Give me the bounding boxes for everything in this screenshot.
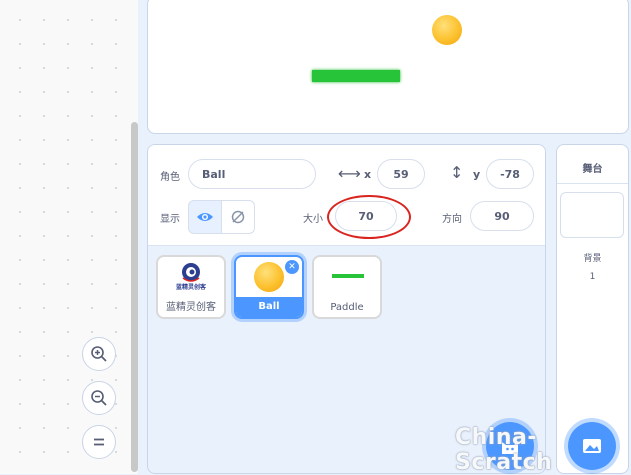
backdrop-count: 1 [589, 272, 596, 282]
zoom-out-button[interactable] [82, 381, 116, 415]
zoom-out-icon [91, 390, 107, 406]
sprite-tile-label: Ball [236, 297, 302, 317]
stage-panel-title: 舞台 [582, 164, 603, 175]
code-area-scrollbar[interactable] [131, 122, 138, 472]
zoom-in-button[interactable] [82, 337, 116, 371]
code-area[interactable] [0, 0, 138, 474]
x-input[interactable]: 59 [377, 159, 425, 189]
direction-label: 方向 [442, 214, 462, 225]
x-label: x [364, 168, 372, 181]
sprite-tile-label: Paddle [330, 302, 364, 313]
zoom-reset-button[interactable] [82, 425, 116, 459]
show-sprite-button[interactable] [188, 200, 222, 234]
stage-panel-header-divider [557, 183, 628, 184]
y-label: y [473, 168, 481, 181]
vertical-arrows-icon: ↕ [450, 163, 464, 182]
paddle-sprite[interactable] [312, 70, 400, 82]
stage-canvas[interactable] [147, 0, 629, 134]
blue-elf-logo-icon [182, 263, 200, 282]
ball-sprite[interactable] [432, 15, 462, 45]
sprite-label: 角色 [160, 172, 180, 183]
paddle-thumbnail [332, 274, 364, 278]
sprite-info: 角色 Ball ⟷ x 59 ↕ y -78 显示 大小 70 方向 90 [148, 145, 545, 246]
delete-sprite-button[interactable]: ✕ [285, 260, 299, 274]
logo-text: 蓝精灵创客 [175, 284, 206, 291]
eye-slash-icon [231, 210, 245, 224]
sprite-tile-paddle[interactable]: Paddle [312, 255, 382, 319]
direction-input[interactable]: 90 [470, 201, 534, 231]
sprite-tile-ball[interactable]: ✕ Ball [234, 255, 304, 319]
size-label: 大小 [303, 214, 323, 225]
equals-icon [94, 438, 104, 446]
stage-thumbnail[interactable] [560, 192, 624, 238]
sprite-tile-label: 蓝精灵创客 [166, 302, 216, 313]
size-highlight-annotation [327, 195, 411, 239]
watermark-text: China-Scratch [455, 425, 553, 475]
close-icon: ✕ [288, 262, 296, 272]
show-label: 显示 [160, 214, 180, 225]
horizontal-arrows-icon: ⟷ [338, 164, 361, 183]
sprite-tile-logo[interactable]: 蓝精灵创客 蓝精灵创客 [156, 255, 226, 319]
sprite-name-input[interactable]: Ball [188, 159, 316, 189]
eye-icon [197, 213, 213, 221]
hide-sprite-button[interactable] [221, 200, 255, 234]
backdrop-label: 背景 [583, 254, 602, 264]
y-input[interactable]: -78 [486, 159, 534, 189]
zoom-in-icon [91, 346, 107, 362]
panel-divider [138, 0, 146, 474]
ball-thumbnail [254, 262, 284, 292]
